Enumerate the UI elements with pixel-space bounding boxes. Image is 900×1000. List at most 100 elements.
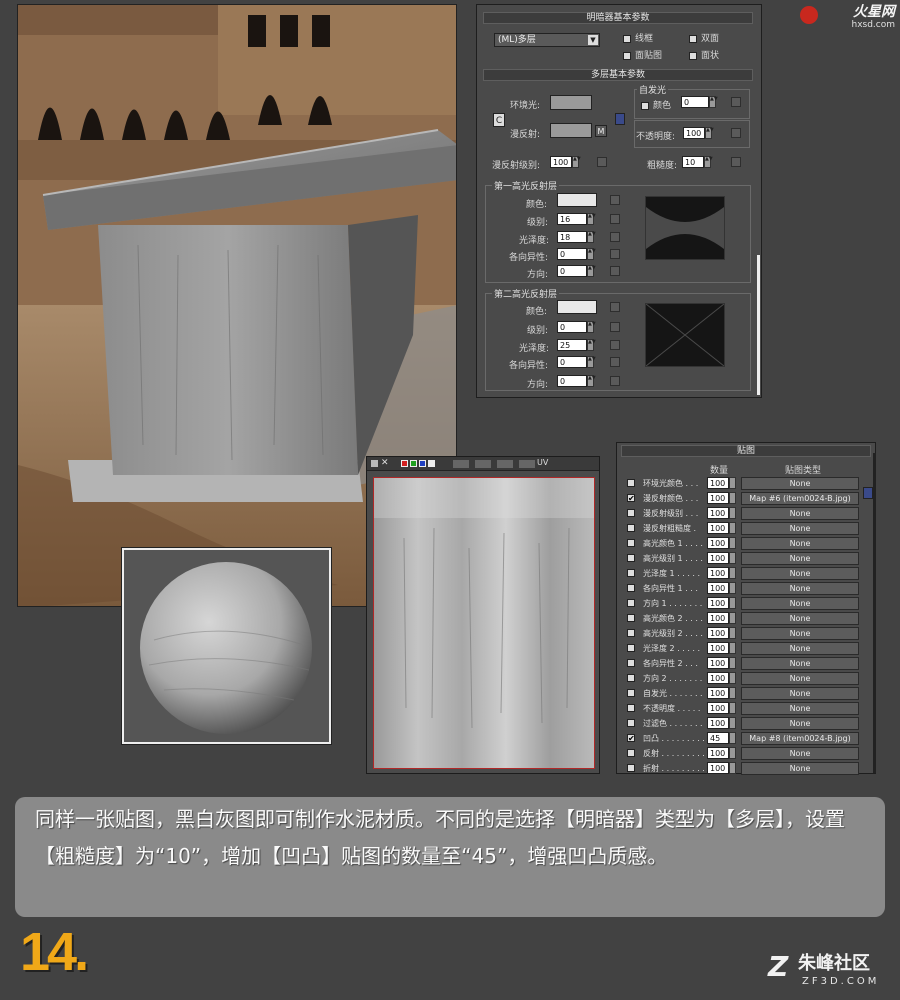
spec1-aniso-map-button[interactable] bbox=[610, 249, 620, 259]
map-enable-checkbox[interactable] bbox=[627, 749, 635, 757]
map-enable-checkbox[interactable] bbox=[627, 689, 635, 697]
map-amount-spinner[interactable] bbox=[729, 627, 736, 639]
spec2-gloss-spinner[interactable]: ▲▼ bbox=[587, 339, 596, 351]
spec2-color-map-button[interactable] bbox=[610, 302, 620, 312]
spec1-level-spinner[interactable]: ▲▼ bbox=[587, 213, 596, 225]
map-slot-button[interactable]: None bbox=[741, 597, 859, 610]
red-channel-icon[interactable] bbox=[401, 460, 408, 467]
spec1-aniso-value[interactable]: 0 bbox=[557, 248, 587, 260]
map-slot-button[interactable]: None bbox=[741, 762, 859, 775]
map-slot-button[interactable]: None bbox=[741, 717, 859, 730]
map-enable-checkbox[interactable] bbox=[627, 644, 635, 652]
map-slot-button[interactable]: None bbox=[741, 687, 859, 700]
face-map-checkbox[interactable]: 面贴图 bbox=[623, 48, 662, 61]
map-amount-field[interactable]: 100 bbox=[707, 747, 729, 759]
spec2-gloss-map-button[interactable] bbox=[610, 340, 620, 350]
spec1-orient-map-button[interactable] bbox=[610, 266, 620, 276]
map-amount-spinner[interactable] bbox=[729, 687, 736, 699]
spec1-level-map-button[interactable] bbox=[610, 214, 620, 224]
v-offset-field[interactable] bbox=[475, 460, 491, 468]
spec2-level-value[interactable]: 0 bbox=[557, 321, 587, 333]
map-enable-checkbox[interactable] bbox=[627, 614, 635, 622]
self-illum-spinner[interactable]: ▲▼ bbox=[709, 96, 718, 108]
map-amount-field[interactable]: 100 bbox=[707, 507, 729, 519]
map-amount-spinner[interactable] bbox=[729, 642, 736, 654]
map-amount-field[interactable]: 100 bbox=[707, 642, 729, 654]
map-slot-button[interactable]: None bbox=[741, 672, 859, 685]
map-slot-button[interactable]: None bbox=[741, 477, 859, 490]
map-slot-button[interactable]: None bbox=[741, 702, 859, 715]
opacity-map-button[interactable] bbox=[731, 128, 741, 138]
map-amount-spinner[interactable] bbox=[729, 492, 736, 504]
u-tiling-field[interactable] bbox=[497, 460, 513, 468]
map-enable-checkbox[interactable] bbox=[627, 719, 635, 727]
spec1-level-value[interactable]: 16 bbox=[557, 213, 587, 225]
spec2-level-map-button[interactable] bbox=[610, 322, 620, 332]
map-enable-checkbox[interactable] bbox=[627, 629, 635, 637]
map-amount-spinner[interactable] bbox=[729, 582, 736, 594]
map-amount-field[interactable]: 100 bbox=[707, 657, 729, 669]
spec2-level-spinner[interactable]: ▲▼ bbox=[587, 321, 596, 333]
map-enable-checkbox[interactable] bbox=[627, 569, 635, 577]
roughness-value[interactable]: 10 bbox=[682, 156, 704, 168]
lock-map-icon[interactable] bbox=[615, 113, 625, 125]
spec1-color-swatch[interactable] bbox=[557, 193, 597, 207]
map-amount-field[interactable]: 100 bbox=[707, 762, 729, 774]
map-amount-field[interactable]: 100 bbox=[707, 687, 729, 699]
self-illum-value[interactable]: 0 bbox=[681, 96, 709, 108]
map-amount-spinner[interactable] bbox=[729, 612, 736, 624]
map-slot-button[interactable]: None bbox=[741, 612, 859, 625]
spec2-orient-spinner[interactable]: ▲▼ bbox=[587, 375, 596, 387]
alpha-channel-icon[interactable] bbox=[428, 460, 435, 467]
opacity-spinner[interactable]: ▲▼ bbox=[705, 127, 714, 139]
map-slot-button[interactable]: None bbox=[741, 747, 859, 760]
maps-header[interactable]: 贴图 bbox=[621, 445, 871, 457]
opacity-value[interactable]: 100 bbox=[683, 127, 705, 139]
spec2-aniso-value[interactable]: 0 bbox=[557, 356, 587, 368]
map-amount-spinner[interactable] bbox=[729, 567, 736, 579]
map-amount-spinner[interactable] bbox=[729, 477, 736, 489]
spec2-aniso-map-button[interactable] bbox=[610, 357, 620, 367]
map-enable-checkbox[interactable] bbox=[627, 659, 635, 667]
map-amount-field[interactable]: 100 bbox=[707, 522, 729, 534]
shader-basic-header[interactable]: 明暗器基本参数 bbox=[483, 12, 753, 24]
map-enable-checkbox[interactable] bbox=[627, 584, 635, 592]
diffuse-color-swatch[interactable] bbox=[550, 123, 592, 138]
map-enable-checkbox[interactable] bbox=[627, 554, 635, 562]
green-channel-icon[interactable] bbox=[410, 460, 417, 467]
map-enable-checkbox[interactable] bbox=[627, 704, 635, 712]
multilayer-basic-header[interactable]: 多层基本参数 bbox=[483, 69, 753, 81]
map-amount-spinner[interactable] bbox=[729, 672, 736, 684]
diffuse-level-map-button[interactable] bbox=[597, 157, 607, 167]
map-amount-spinner[interactable] bbox=[729, 702, 736, 714]
spec2-gloss-value[interactable]: 25 bbox=[557, 339, 587, 351]
map-enable-checkbox[interactable]: ✔ bbox=[627, 494, 635, 503]
map-enable-checkbox[interactable] bbox=[627, 539, 635, 547]
map-amount-spinner[interactable] bbox=[729, 537, 736, 549]
spec1-gloss-map-button[interactable] bbox=[610, 232, 620, 242]
ambient-color-swatch[interactable] bbox=[550, 95, 592, 110]
map-amount-field[interactable]: 100 bbox=[707, 597, 729, 609]
map-amount-spinner[interactable] bbox=[729, 762, 736, 774]
diffuse-level-spinner[interactable]: ▲▼ bbox=[572, 156, 581, 168]
v-tiling-field[interactable] bbox=[519, 460, 535, 468]
spec1-gloss-value[interactable]: 18 bbox=[557, 231, 587, 243]
spec1-orient-spinner[interactable]: ▲▼ bbox=[587, 265, 596, 277]
two-sided-checkbox[interactable]: 双面 bbox=[689, 31, 719, 44]
map-amount-field[interactable]: 100 bbox=[707, 672, 729, 684]
map-lock-icon[interactable] bbox=[863, 487, 873, 499]
map-slot-button[interactable]: None bbox=[741, 657, 859, 670]
map-amount-spinner[interactable] bbox=[729, 657, 736, 669]
map-slot-button[interactable]: None bbox=[741, 642, 859, 655]
map-amount-field[interactable]: 100 bbox=[707, 702, 729, 714]
close-icon[interactable]: ✕ bbox=[381, 458, 389, 468]
map-amount-field[interactable]: 100 bbox=[707, 717, 729, 729]
spec2-color-swatch[interactable] bbox=[557, 300, 597, 314]
map-amount-spinner[interactable] bbox=[729, 732, 736, 744]
map-enable-checkbox[interactable] bbox=[627, 524, 635, 532]
map-slot-button[interactable]: None bbox=[741, 522, 859, 535]
shader-type-dropdown[interactable]: (ML)多层 ▼ bbox=[494, 33, 600, 47]
map-slot-button[interactable]: None bbox=[741, 627, 859, 640]
roughness-map-button[interactable] bbox=[731, 157, 741, 167]
map-slot-button[interactable]: None bbox=[741, 507, 859, 520]
